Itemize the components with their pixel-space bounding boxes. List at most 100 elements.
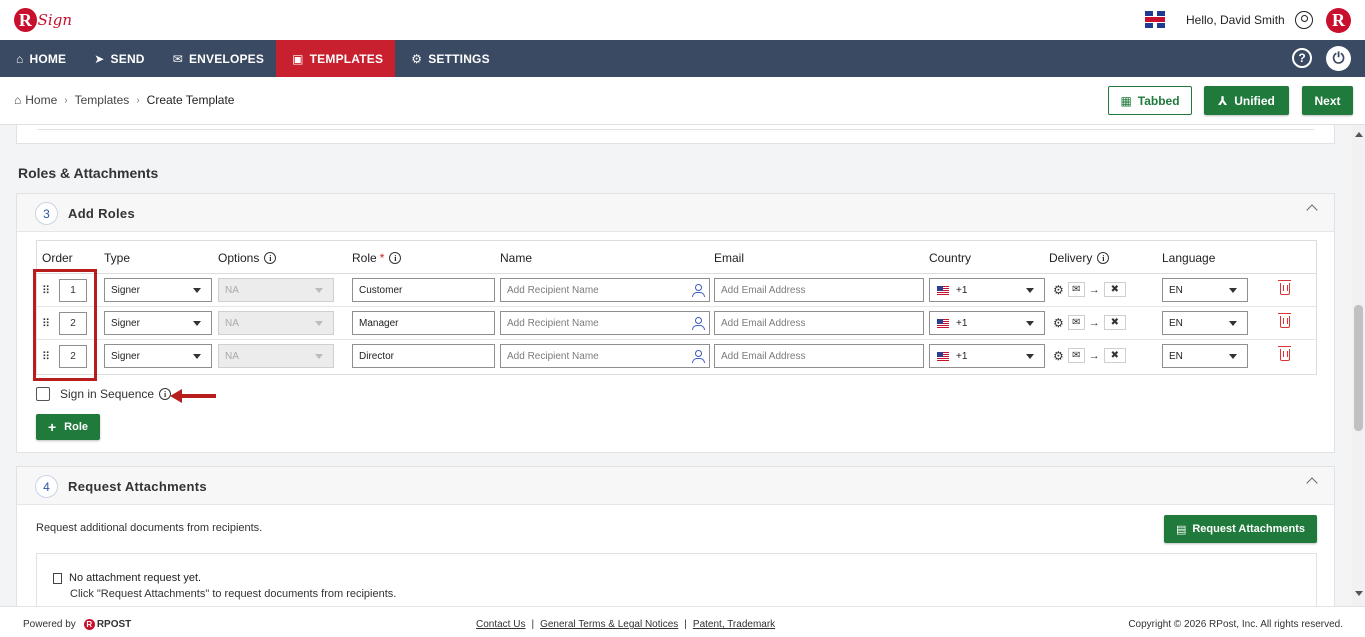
unified-button[interactable]: ⅄ Unified <box>1204 86 1289 115</box>
breadcrumb-home-icon[interactable]: ⌂ <box>14 93 21 107</box>
country-code: +1 <box>956 285 968 296</box>
arrow-right-icon: → <box>1088 316 1100 329</box>
options-select: NA <box>218 344 334 368</box>
trash-icon[interactable] <box>1278 280 1291 295</box>
sign-in-sequence-checkbox[interactable] <box>36 387 50 401</box>
logo-word: Sign <box>37 11 72 29</box>
country-code: +1 <box>956 351 968 362</box>
user-profile-icon[interactable] <box>1295 11 1313 29</box>
annotation-arrow-icon <box>170 389 218 403</box>
gear-icon[interactable]: ⚙ <box>1053 283 1064 297</box>
col-role-label: Role <box>352 251 377 265</box>
rpost-brand: RPOST <box>96 619 132 630</box>
country-select[interactable]: +1 <box>929 311 1045 335</box>
nav-envelopes[interactable]: ✉ ENVELOPES <box>157 40 276 77</box>
mail-icon[interactable]: ✉ <box>1067 282 1085 297</box>
tabbed-button[interactable]: ▦ Tabbed <box>1108 86 1192 115</box>
request-attachments-header[interactable]: 4 Request Attachments <box>17 467 1334 505</box>
role-input[interactable]: Customer <box>352 278 495 302</box>
document-icon: ▤ <box>1175 523 1187 536</box>
name-input[interactable]: Add Recipient Name <box>500 344 710 368</box>
add-roles-header[interactable]: 3 Add Roles <box>17 194 1334 232</box>
country-code: +1 <box>956 318 968 329</box>
email-input[interactable]: Add Email Address <box>714 311 924 335</box>
help-icon[interactable]: ? <box>1292 48 1312 68</box>
language-select[interactable]: EN <box>1162 344 1248 368</box>
nav-home-label: HOME <box>29 51 67 66</box>
powered-by: Powered by R RPOST <box>23 619 131 630</box>
scroll-down-icon[interactable] <box>1355 591 1363 596</box>
role-input[interactable]: Director <box>352 344 495 368</box>
request-attachments-button[interactable]: ▤ Request Attachments <box>1164 515 1317 543</box>
next-button[interactable]: Next <box>1302 86 1353 115</box>
add-role-button[interactable]: + Role <box>36 414 100 440</box>
name-input[interactable]: Add Recipient Name <box>500 311 710 335</box>
us-flag-icon <box>937 286 949 295</box>
close-icon[interactable]: ✖ <box>1103 282 1126 297</box>
copyright: Copyright © 2026 RPost, Inc. All rights … <box>1128 619 1343 630</box>
info-icon[interactable]: i <box>264 252 277 264</box>
chevron-down-icon <box>1026 354 1034 359</box>
nav-home[interactable]: ⌂ HOME <box>0 40 78 77</box>
chevron-down-icon <box>315 321 323 326</box>
trash-icon[interactable] <box>1278 346 1291 361</box>
type-select[interactable]: Signer <box>104 311 212 335</box>
language-select[interactable]: EN <box>1162 311 1248 335</box>
roles-table: Order Type Options i Role * i Name Email… <box>36 240 1317 375</box>
request-attachments-label: Request Attachments <box>1192 523 1306 535</box>
vertical-scrollbar[interactable] <box>1352 125 1365 606</box>
breadcrumb-home[interactable]: Home <box>25 93 57 107</box>
rsign-logo[interactable]: R Sign <box>14 4 72 36</box>
nav-settings[interactable]: ⚙ SETTINGS <box>395 40 502 77</box>
mail-icon[interactable]: ✉ <box>1067 348 1085 363</box>
name-input[interactable]: Add Recipient Name <box>500 278 710 302</box>
gear-icon[interactable]: ⚙ <box>1053 316 1064 330</box>
add-roles-title: Add Roles <box>68 206 135 221</box>
sign-in-sequence-label[interactable]: Sign in Sequence <box>60 387 154 401</box>
nav-send-label: SEND <box>110 51 145 66</box>
email-input[interactable]: Add Email Address <box>714 278 924 302</box>
scroll-up-icon[interactable] <box>1355 132 1363 137</box>
main-content: Roles & Attachments 3 Add Roles Order Ty… <box>0 125 1352 606</box>
close-icon[interactable]: ✖ <box>1103 315 1126 330</box>
language-value: EN <box>1169 284 1183 296</box>
gear-icon[interactable]: ⚙ <box>1053 349 1064 363</box>
type-select[interactable]: Signer <box>104 344 212 368</box>
chevron-down-icon <box>193 288 201 293</box>
next-label: Next <box>1314 93 1341 108</box>
person-icon[interactable] <box>692 350 705 363</box>
chevron-down-icon <box>1229 321 1237 326</box>
country-select[interactable]: +1 <box>929 344 1045 368</box>
plus-icon: + <box>47 419 57 435</box>
close-icon[interactable]: ✖ <box>1103 348 1126 363</box>
info-icon[interactable]: i <box>1097 252 1110 264</box>
send-icon: ➤ <box>94 51 105 66</box>
scrollbar-thumb[interactable] <box>1354 305 1363 431</box>
chevron-up-icon[interactable] <box>1306 477 1318 489</box>
type-value: Signer <box>111 350 140 362</box>
merge-icon: ⅄ <box>1218 93 1228 108</box>
chevron-up-icon[interactable] <box>1306 204 1318 216</box>
nav-send[interactable]: ➤ SEND <box>78 40 156 77</box>
type-select[interactable]: Signer <box>104 278 212 302</box>
terms-link[interactable]: General Terms & Legal Notices <box>540 619 678 630</box>
patent-link[interactable]: Patent, Trademark <box>693 619 775 630</box>
person-icon[interactable] <box>692 284 705 297</box>
breadcrumb-current: Create Template <box>146 93 235 107</box>
mail-icon[interactable]: ✉ <box>1067 315 1085 330</box>
avatar[interactable]: R <box>1326 8 1351 33</box>
trash-icon[interactable] <box>1278 313 1291 328</box>
breadcrumb-templates[interactable]: Templates <box>75 93 130 107</box>
contact-us-link[interactable]: Contact Us <box>476 619 525 630</box>
email-input[interactable]: Add Email Address <box>714 344 924 368</box>
uk-flag-icon[interactable] <box>1145 11 1165 28</box>
country-select[interactable]: +1 <box>929 278 1045 302</box>
nav-templates[interactable]: ▣ TEMPLATES <box>276 40 396 77</box>
powered-by-label: Powered by <box>23 619 76 630</box>
language-select[interactable]: EN <box>1162 278 1248 302</box>
person-icon[interactable] <box>692 317 705 330</box>
role-input[interactable]: Manager <box>352 311 495 335</box>
info-icon[interactable]: i <box>389 252 402 264</box>
power-icon[interactable]: ⏻ <box>1326 46 1351 71</box>
col-delivery: Delivery i <box>1049 251 1110 265</box>
